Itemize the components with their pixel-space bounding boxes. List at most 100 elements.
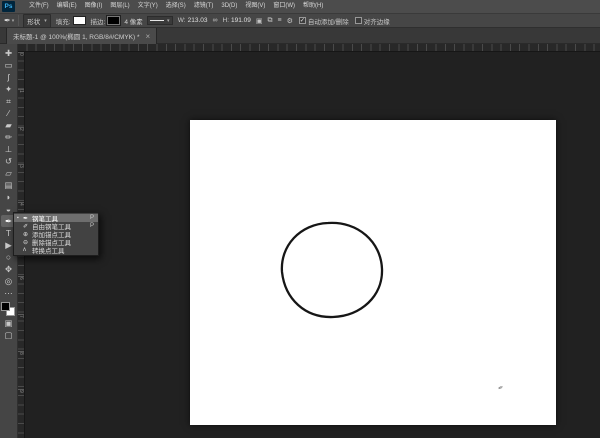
eraser-tool[interactable]: ▱ — [1, 167, 17, 179]
menu-item[interactable]: 文件(F) — [25, 0, 53, 13]
tool-icon: ⌗ — [6, 96, 11, 106]
pen-variant-icon: ✐ — [23, 223, 29, 230]
tool-icon: ◒ — [5, 204, 12, 214]
menu-item[interactable]: 窗口(W) — [269, 0, 299, 13]
clone-stamp-tool[interactable]: ⊥ — [1, 143, 17, 155]
tool-icon: ◎ — [4, 276, 13, 286]
pen-variant-icon: ⊖ — [23, 239, 29, 246]
rectangular-marquee-tool[interactable]: ▭ — [1, 59, 17, 71]
shape-layer-svg — [280, 221, 384, 319]
ellipse-shape-path — [280, 221, 384, 319]
menu-item[interactable]: 文字(Y) — [134, 0, 162, 13]
tool-mode-select[interactable]: 形状 ▾ — [23, 13, 51, 28]
tool-icon: ✥ — [4, 264, 13, 274]
photoshop-window: Ps 文件(F) 编辑(E) 图像(I) 图层(L) 文字(Y) 选择(S) 滤镜(T) 3D… — [0, 0, 600, 438]
tool-icon: ✒ — [4, 216, 13, 226]
stroke-label: 描边: — [90, 18, 106, 26]
menu-item[interactable]: 编辑(E) — [53, 0, 81, 13]
quick-mask-button[interactable]: ▣ — [1, 317, 17, 329]
tool-icon: T — [5, 228, 12, 238]
tool-preset-icon[interactable]: ✒ — [4, 16, 11, 25]
eyedropper-tool[interactable]: ∕ — [1, 107, 17, 119]
stroke-line-icon — [150, 20, 165, 21]
menu-item[interactable]: 3D(D) — [217, 0, 241, 13]
document-tab[interactable]: 未标题-1 @ 100%(椭圆 1, RGB/8#/CMYK) * × — [6, 28, 158, 44]
ruler-tick-label: 8 — [18, 351, 24, 388]
path-arrangement-icon[interactable]: ≡ — [278, 17, 282, 24]
ruler-tick-label: 9 — [18, 388, 24, 426]
crop-tool[interactable]: ⌗ — [1, 95, 17, 107]
path-operations-icon[interactable]: ▣ — [256, 17, 263, 25]
tool-icon: ⊥ — [4, 144, 13, 154]
ruler-tick-label: 6 — [18, 276, 24, 313]
gear-icon[interactable]: ⚙ — [287, 17, 293, 25]
tool-options-bar: ✒ ▾ 形状 ▾ 填充: 描边: 4 像素 ▾ W: 213.03 ∞ H: 1… — [0, 13, 600, 28]
quick-selection-tool[interactable]: ✦ — [1, 83, 17, 95]
edit-toolbar-button[interactable]: ⋯ — [1, 287, 17, 299]
foreground-color-swatch[interactable] — [1, 302, 10, 311]
blur-tool[interactable]: ◗ — [1, 191, 17, 203]
tool-icon: ↺ — [4, 156, 13, 166]
auto-add-delete-checkbox[interactable]: ✓ — [298, 17, 306, 24]
menu-item[interactable]: 选择(S) — [162, 0, 190, 13]
zoom-tool[interactable]: ◎ — [1, 275, 17, 287]
height-label: H: — [222, 17, 230, 24]
spot-healing-brush-tool[interactable]: ▰ — [1, 119, 17, 131]
menu-item[interactable]: 视图(V) — [241, 0, 269, 13]
ruler-tick-label: 0 — [18, 52, 24, 89]
history-brush-tool[interactable]: ↺ — [1, 155, 17, 167]
tool-icon: ▣ — [4, 318, 13, 328]
menu-item[interactable]: 图像(I) — [81, 0, 107, 13]
brush-tool[interactable]: ✏ — [1, 131, 17, 143]
tool-icon: ∕ — [7, 108, 10, 118]
auto-add-delete-label: 自动添加/删除 — [307, 18, 349, 26]
pen-variant-icon: ⊕ — [23, 231, 29, 238]
pen-variant-icon: ✒ — [23, 215, 29, 222]
close-icon[interactable]: × — [146, 32, 151, 41]
menu-item[interactable]: 帮助(H) — [299, 0, 327, 13]
chevron-down-icon: ▾ — [44, 17, 47, 24]
stroke-style-select[interactable]: ▾ — [146, 16, 173, 25]
move-tool[interactable]: ✚ — [1, 47, 17, 59]
checkmark-icon: ✓ — [299, 17, 305, 24]
hand-tool[interactable]: ✥ — [1, 263, 17, 275]
ruler-tick-label: 2 — [18, 126, 24, 164]
path-alignment-icon[interactable]: ⧉ — [268, 17, 273, 25]
stroke-width-field[interactable]: 4 像素 — [124, 16, 142, 26]
tool-icon: ▤ — [4, 180, 13, 190]
align-edges-checkbox[interactable] — [354, 17, 362, 24]
shortcut-label: P — [89, 215, 94, 221]
tool-icon: ▰ — [5, 120, 12, 130]
menu-item[interactable]: 滤镜(T) — [190, 0, 218, 13]
document-area: ✒ — [25, 52, 600, 438]
align-edges-label: 对齐边缘 — [363, 18, 390, 26]
shape-width-field[interactable]: 213.03 — [188, 17, 208, 24]
shape-height-field[interactable]: 191.09 — [231, 17, 251, 24]
document-title: 未标题-1 @ 100%(椭圆 1, RGB/8#/CMYK) * — [13, 34, 140, 41]
tool-icon: ○ — [5, 252, 12, 262]
width-label: W: — [177, 17, 186, 24]
separator — [18, 15, 20, 26]
color-swatches[interactable] — [1, 302, 16, 317]
tool-mode-value: 形状 — [27, 18, 41, 26]
tool-icon: ✏ — [4, 132, 13, 142]
canvas[interactable]: ✒ — [190, 120, 556, 425]
current-tool-marker-icon: ▪ — [17, 215, 19, 221]
lasso-tool[interactable]: ʃ — [1, 71, 17, 83]
photoshop-logo-icon[interactable]: Ps — [2, 1, 15, 12]
gradient-tool[interactable]: ▤ — [1, 179, 17, 191]
tool-icon: ▱ — [5, 168, 12, 178]
fill-color-swatch[interactable] — [72, 16, 86, 25]
ruler-tick-label: 1 — [18, 89, 24, 126]
document-tab-bar: 未标题-1 @ 100%(椭圆 1, RGB/8#/CMYK) * × — [0, 28, 600, 44]
tool-preset-caret-icon[interactable]: ▾ — [12, 18, 15, 24]
link-dimensions-icon[interactable]: ∞ — [213, 17, 218, 24]
tool-icon: ⋯ — [4, 288, 13, 298]
pen-variant-icon: ʌ — [23, 247, 26, 253]
screen-mode-button[interactable]: ▢ — [1, 329, 17, 341]
horizontal-ruler[interactable]: 0123456789101112131415 — [18, 44, 600, 52]
menu-item[interactable]: 图层(L) — [106, 0, 133, 13]
pen-tool-flyout-menu: ▪ ✒ 钢笔工具 P ✐ 自由钢笔工具 P ⊕ 添加锚点工具 ⊖ 删除锚点工具 … — [13, 212, 99, 256]
convert-point-tool[interactable]: ʌ 转换点工具 — [14, 246, 98, 255]
stroke-color-swatch[interactable] — [106, 15, 122, 26]
